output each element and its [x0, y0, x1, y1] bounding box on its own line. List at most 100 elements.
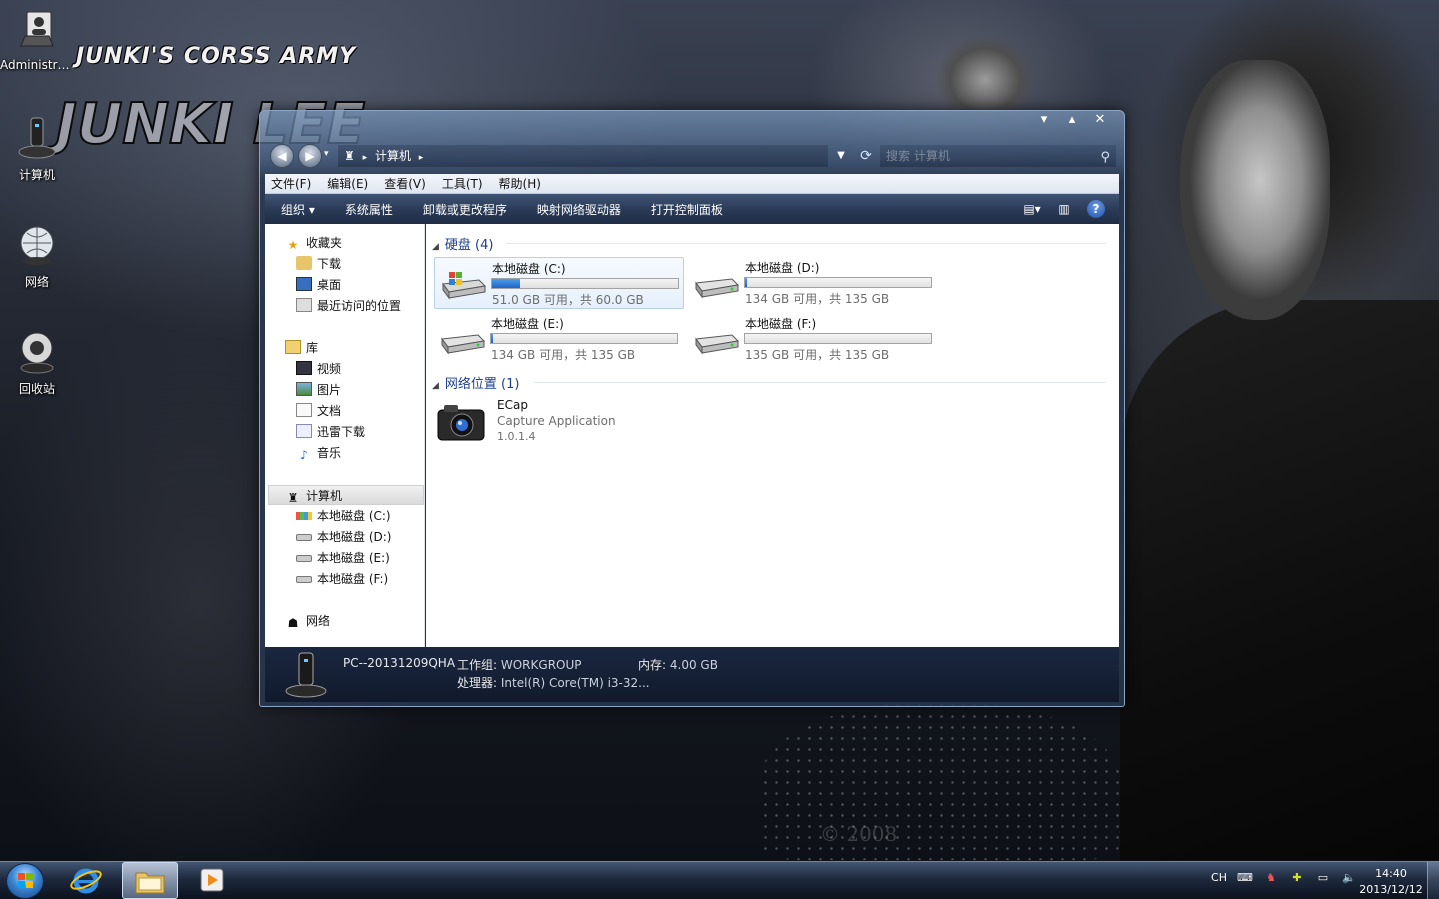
folder-icon: [135, 872, 165, 894]
star-icon: ★: [287, 238, 299, 252]
nav-favorites[interactable]: ★ 收藏夹: [285, 233, 342, 253]
desktop-icon-label: 回收站: [18, 382, 55, 396]
nav-drive-c[interactable]: 本地磁盘 (C:): [296, 506, 391, 526]
back-button[interactable]: ◀: [270, 144, 294, 168]
maximize-button[interactable]: ▴: [1058, 111, 1086, 129]
desktop-icon-user[interactable]: Administra...: [0, 6, 74, 72]
breadcrumb-separator-icon[interactable]: ▸: [419, 153, 424, 163]
desktop-icon-label: Administra...: [0, 58, 74, 72]
drive-usage-bar: [491, 278, 679, 289]
network-locations-group-header[interactable]: ◢ 网络位置 (1): [432, 373, 519, 392]
nav-documents[interactable]: 文档: [296, 401, 341, 421]
system-properties-button[interactable]: 系统属性: [345, 201, 393, 218]
collapse-icon[interactable]: ◢: [432, 242, 439, 252]
menu-view[interactable]: 查看(V): [384, 175, 426, 192]
show-desktop-button[interactable]: [1427, 862, 1439, 899]
desktop-icon-recycle-bin[interactable]: 回收站: [0, 328, 74, 397]
nav-drive-f[interactable]: 本地磁盘 (F:): [296, 569, 388, 589]
drive-f[interactable]: 本地磁盘 (F:) 135 GB 可用，共 135 GB: [688, 313, 938, 365]
preview-pane-icon[interactable]: ▥: [1055, 200, 1073, 218]
nav-libraries[interactable]: 库: [285, 338, 318, 358]
taskbar-internet-explorer[interactable]: [58, 862, 114, 899]
nav-music[interactable]: ♪ 音乐: [296, 443, 341, 463]
nav-downloads[interactable]: 下载: [296, 254, 341, 274]
security-shield-icon[interactable]: ✚: [1288, 871, 1306, 884]
nav-label: 网络: [306, 614, 331, 628]
drive-usage-bar: [490, 333, 678, 344]
menu-edit[interactable]: 编辑(E): [327, 175, 368, 192]
view-options-icon[interactable]: ▤▾: [1023, 200, 1041, 218]
desktop-icon-computer[interactable]: 计算机: [0, 114, 74, 183]
nav-label: 图片: [317, 383, 342, 397]
explorer-window[interactable]: ▾ ▴ ✕ ◀ ▶ ▾ ♜ ▸ 计算机 ▸ ▼ ⟳ 搜索 计算机 ⚲ 文件(F)…: [259, 110, 1125, 707]
nav-drive-d[interactable]: 本地磁盘 (D:): [296, 527, 391, 547]
computer-icon: [13, 114, 61, 162]
organize-button[interactable]: 组织 ▾: [281, 201, 315, 218]
uninstall-program-button[interactable]: 卸载或更改程序: [423, 201, 507, 218]
nav-recent-places[interactable]: 最近访问的位置: [296, 296, 401, 316]
minimize-button[interactable]: ▾: [1030, 111, 1058, 129]
content-pane: ◢ 硬盘 (4) 本地磁盘 (C:) 51.0 GB 可用，共 60.0 GB: [426, 224, 1119, 647]
clock[interactable]: 14:40 2013/12/12: [1356, 866, 1426, 898]
search-icon[interactable]: ⚲: [1100, 147, 1110, 169]
search-placeholder: 搜索 计算机: [886, 149, 950, 163]
nav-drive-e[interactable]: 本地磁盘 (E:): [296, 548, 390, 568]
network-icon: ☗: [287, 616, 299, 630]
wallpaper-jacket: [1120, 300, 1439, 860]
open-control-panel-button[interactable]: 打开控制面板: [651, 201, 723, 218]
keyboard-icon[interactable]: ⌨: [1236, 871, 1254, 884]
group-label: 网络位置 (1): [444, 377, 520, 392]
drive-usage-fill: [745, 278, 747, 287]
menu-file[interactable]: 文件(F): [271, 175, 311, 192]
address-bar[interactable]: ♜ ▸ 计算机 ▸: [338, 145, 828, 167]
processor-label: 处理器:: [457, 676, 498, 690]
nav-computer[interactable]: ♜ 计算机: [268, 485, 424, 505]
drive-c[interactable]: 本地磁盘 (C:) 51.0 GB 可用，共 60.0 GB: [434, 257, 684, 309]
hard-drive-icon: [296, 534, 312, 541]
downloads-folder-icon: [296, 256, 312, 270]
network-item-ecap[interactable]: ECap Capture Application 1.0.1.4: [436, 398, 686, 448]
hard-disks-group-header[interactable]: ◢ 硬盘 (4): [432, 234, 493, 253]
collapse-icon[interactable]: ◢: [432, 381, 439, 391]
system-tray: CH ⌨ ♞ ✚ ▭ 🔈: [1210, 871, 1358, 884]
start-button[interactable]: [6, 863, 44, 899]
nav-videos[interactable]: 视频: [296, 359, 341, 379]
desktop-icon: [296, 277, 312, 291]
details-pane: PC--20131209QHA 工作组: WORKGROUP 内存: 4.00 …: [265, 647, 1119, 702]
nav-desktop[interactable]: 桌面: [296, 275, 341, 295]
language-indicator[interactable]: CH: [1210, 871, 1228, 884]
caption-buttons: ▾ ▴ ✕: [1030, 111, 1114, 129]
wallpaper-title: JUNKI'S CORSS ARMY: [76, 44, 357, 69]
tray-app-icon[interactable]: ♞: [1262, 871, 1280, 884]
nav-network[interactable]: ☗ 网络: [285, 611, 330, 631]
breadcrumb-separator-icon[interactable]: ▸: [363, 153, 368, 163]
address-dropdown-button[interactable]: ▼: [828, 145, 854, 167]
wallpaper-face: [1180, 60, 1330, 320]
clock-date: 2013/12/12: [1359, 883, 1423, 896]
processor-info: 处理器: Intel(R) Core(TM) i3-32...: [457, 674, 650, 691]
recent-pages-dropdown[interactable]: ▾: [324, 149, 329, 159]
network-item-name: ECap: [497, 398, 528, 412]
forward-button[interactable]: ▶: [298, 144, 322, 168]
menu-help[interactable]: 帮助(H): [499, 175, 541, 192]
taskbar-windows-explorer[interactable]: [122, 862, 178, 899]
network-status-icon[interactable]: ▭: [1314, 871, 1332, 884]
desktop-icon-network[interactable]: 网络: [0, 221, 74, 290]
help-icon[interactable]: ?: [1087, 200, 1105, 218]
taskbar-media-player[interactable]: [184, 862, 240, 899]
drive-free-space: 51.0 GB 可用，共 60.0 GB: [492, 293, 644, 307]
breadcrumb-computer[interactable]: 计算机: [375, 149, 411, 163]
hard-drive-icon: [438, 325, 486, 355]
map-network-drive-button[interactable]: 映射网络驱动器: [537, 201, 621, 218]
menu-bar: 文件(F) 编辑(E) 查看(V) 工具(T) 帮助(H): [265, 174, 1119, 194]
close-button[interactable]: ✕: [1086, 111, 1114, 129]
drive-d[interactable]: 本地磁盘 (D:) 134 GB 可用，共 135 GB: [688, 257, 938, 309]
drive-e[interactable]: 本地磁盘 (E:) 134 GB 可用，共 135 GB: [434, 313, 684, 365]
search-input[interactable]: 搜索 计算机 ⚲: [880, 145, 1116, 167]
computer-icon: [283, 651, 329, 699]
refresh-button[interactable]: ⟳: [854, 145, 878, 167]
nav-thunder-downloads[interactable]: 迅雷下载: [296, 422, 365, 442]
menu-tools[interactable]: 工具(T): [442, 175, 483, 192]
address-row: ◀ ▶ ▾ ♜ ▸ 计算机 ▸ ▼ ⟳ 搜索 计算机 ⚲: [268, 141, 1116, 169]
nav-pictures[interactable]: 图片: [296, 380, 341, 400]
